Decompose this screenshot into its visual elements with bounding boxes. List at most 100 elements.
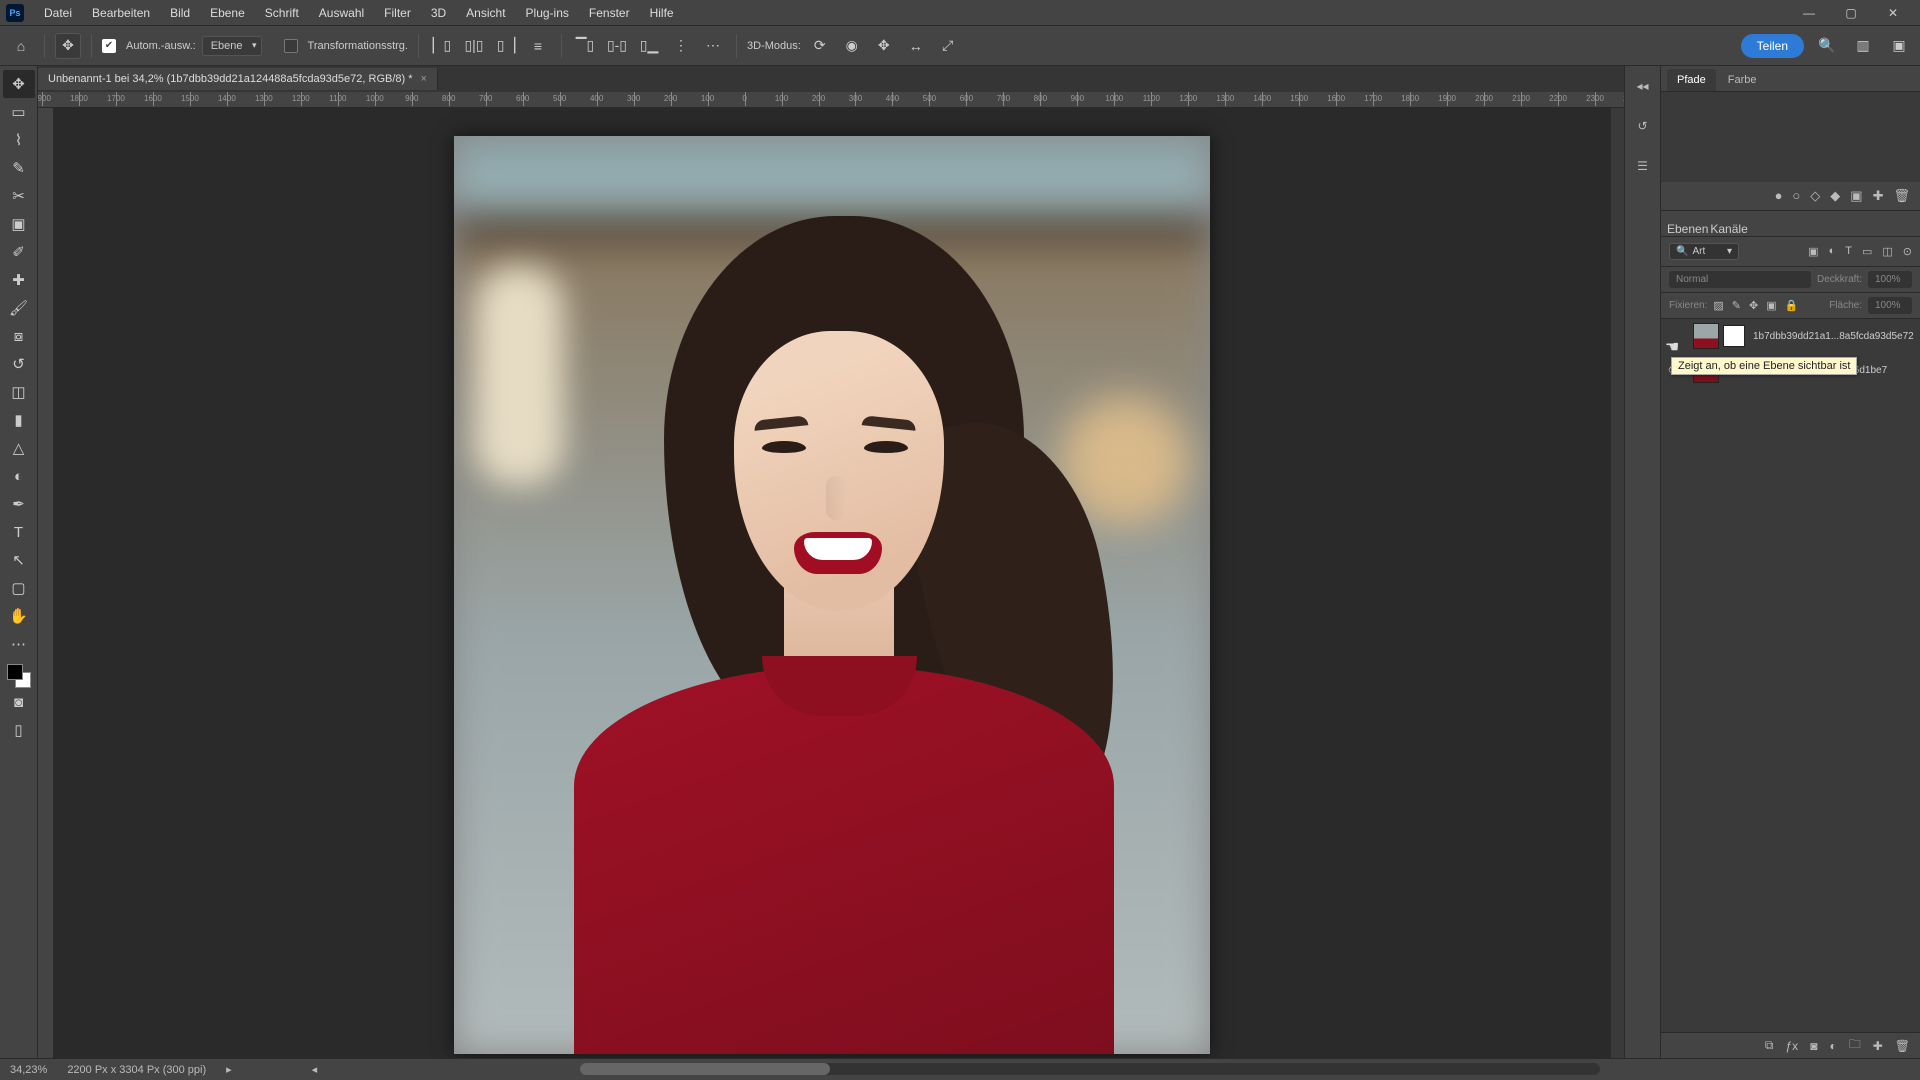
menu-bearbeiten[interactable]: Bearbeiten bbox=[82, 6, 160, 20]
fg-color-swatch[interactable] bbox=[7, 664, 23, 680]
new-group-icon[interactable]: 🗀 bbox=[1849, 1035, 1861, 1056]
align-bottom-icon[interactable]: ▯▁ bbox=[636, 33, 662, 59]
transform-controls-checkbox[interactable]: ✔ bbox=[284, 39, 298, 53]
properties-panel-icon[interactable]: ☰ bbox=[1629, 152, 1657, 180]
gradient-tool[interactable]: ▮ bbox=[3, 406, 35, 434]
filter-shape-icon[interactable]: ▭ bbox=[1862, 245, 1872, 258]
lock-position-icon[interactable]: ✥ bbox=[1749, 299, 1758, 312]
window-maximize-button[interactable]: ▢ bbox=[1830, 1, 1872, 25]
document-tab-close-icon[interactable]: × bbox=[421, 73, 427, 85]
search-icon[interactable]: 🔍 bbox=[1814, 33, 1840, 59]
menu-hilfe[interactable]: Hilfe bbox=[640, 6, 684, 20]
horizontal-ruler[interactable]: 1900180017001600150014001300120011001000… bbox=[38, 92, 1624, 108]
blur-tool[interactable]: △ bbox=[3, 434, 35, 462]
lock-pixels-icon[interactable]: ✎ bbox=[1732, 299, 1741, 312]
tab-farbe[interactable]: Farbe bbox=[1718, 69, 1767, 91]
delete-layer-icon[interactable]: 🗑 bbox=[1895, 1039, 1910, 1053]
edit-toolbar-icon[interactable]: ⋯ bbox=[3, 630, 35, 658]
menu-ebene[interactable]: Ebene bbox=[200, 6, 255, 20]
scroll-left-icon[interactable]: ◂ bbox=[312, 1063, 318, 1076]
quick-mask-tool[interactable]: ◙ bbox=[3, 688, 35, 716]
layer-name[interactable]: 1b7dbb39dd21a1...8a5fcda93d5e72 bbox=[1753, 331, 1914, 342]
tab-ebenen[interactable]: Ebenen bbox=[1667, 222, 1708, 236]
lasso-tool[interactable]: ⌇ bbox=[3, 126, 35, 154]
panel-toggle-icon[interactable]: ▣ bbox=[1886, 33, 1912, 59]
status-chevron-icon[interactable]: ▸ bbox=[226, 1063, 232, 1076]
align-center-v-icon[interactable]: ▯-▯ bbox=[604, 33, 630, 59]
menu-bild[interactable]: Bild bbox=[160, 6, 200, 20]
menu-filter[interactable]: Filter bbox=[374, 6, 421, 20]
quick-select-tool[interactable]: ✎ bbox=[3, 154, 35, 182]
align-top-icon[interactable]: ▔▯ bbox=[572, 33, 598, 59]
new-layer-icon[interactable]: ✚ bbox=[1873, 1039, 1883, 1053]
menu-fenster[interactable]: Fenster bbox=[579, 6, 640, 20]
path-stroke-icon[interactable]: ○ bbox=[1792, 188, 1800, 204]
lock-all-icon[interactable]: 🔒 bbox=[1785, 299, 1799, 312]
menu-plugins[interactable]: Plug-ins bbox=[516, 6, 579, 20]
align-left-icon[interactable]: ▏▯ bbox=[429, 33, 455, 59]
brush-tool[interactable]: 🖌 bbox=[3, 294, 35, 322]
vertical-ruler[interactable] bbox=[38, 108, 54, 1058]
layer-filter-kind[interactable]: 🔍 Art ▾ bbox=[1669, 243, 1739, 260]
document-tab[interactable]: Unbenannt-1 bei 34,2% (1b7dbb39dd21a1244… bbox=[38, 68, 438, 90]
canvas-horizontal-scrollbar[interactable] bbox=[580, 1063, 1600, 1075]
pen-tool[interactable]: ✒ bbox=[3, 490, 35, 518]
delete-path-icon[interactable]: 🗑 bbox=[1893, 188, 1910, 204]
home-icon[interactable]: ⌂ bbox=[8, 33, 34, 59]
new-adjustment-icon[interactable]: ◐ bbox=[1829, 1039, 1836, 1053]
menu-ansicht[interactable]: Ansicht bbox=[456, 6, 515, 20]
auto-select-target[interactable]: Ebene bbox=[202, 36, 262, 56]
filter-type-icon[interactable]: T bbox=[1845, 245, 1852, 258]
crop-tool[interactable]: ✂ bbox=[3, 182, 35, 210]
distribute-v-icon[interactable]: ⋮ bbox=[668, 33, 694, 59]
layer-thumbnail[interactable] bbox=[1693, 323, 1719, 349]
align-right-icon[interactable]: ▯▕ bbox=[493, 33, 519, 59]
move-tool[interactable]: ✥ bbox=[3, 70, 35, 98]
marquee-tool[interactable]: ▭ bbox=[3, 98, 35, 126]
link-layers-icon[interactable]: ⧉ bbox=[1765, 1038, 1774, 1053]
align-center-h-icon[interactable]: ▯|▯ bbox=[461, 33, 487, 59]
healing-tool[interactable]: ✚ bbox=[3, 266, 35, 294]
filter-pixel-icon[interactable]: ▣ bbox=[1808, 245, 1818, 258]
path-to-selection-icon[interactable]: ◇ bbox=[1810, 188, 1820, 204]
menu-schrift[interactable]: Schrift bbox=[255, 6, 309, 20]
tab-pfade[interactable]: Pfade bbox=[1667, 69, 1716, 91]
path-select-tool[interactable]: ↖ bbox=[3, 546, 35, 574]
distribute-h-icon[interactable]: ≡ bbox=[525, 33, 551, 59]
zoom-level[interactable]: 34,23% bbox=[10, 1064, 47, 1076]
hscroll-thumb[interactable] bbox=[580, 1063, 830, 1075]
add-mask-icon[interactable]: ◙ bbox=[1810, 1039, 1817, 1053]
opacity-field[interactable]: 100% bbox=[1868, 271, 1912, 288]
window-minimize-button[interactable]: — bbox=[1788, 1, 1830, 25]
tab-kanaele[interactable]: Kanäle bbox=[1710, 222, 1747, 236]
type-tool[interactable]: T bbox=[3, 518, 35, 546]
shape-tool[interactable]: ▢ bbox=[3, 574, 35, 602]
layer-row[interactable]: 1b7dbb39dd21a1...8a5fcda93d5e72 bbox=[1661, 319, 1920, 353]
lock-artboard-icon[interactable]: ▣ bbox=[1766, 299, 1776, 312]
frame-tool[interactable]: ▣ bbox=[3, 210, 35, 238]
filter-adjust-icon[interactable]: ◐ bbox=[1829, 245, 1836, 258]
filter-toggle-icon[interactable]: ⊙ bbox=[1903, 245, 1912, 258]
window-close-button[interactable]: ✕ bbox=[1872, 1, 1914, 25]
share-button[interactable]: Teilen bbox=[1741, 34, 1804, 58]
lock-transparent-icon[interactable]: ▨ bbox=[1713, 299, 1723, 312]
menu-auswahl[interactable]: Auswahl bbox=[309, 6, 374, 20]
blend-mode-select[interactable]: Normal bbox=[1669, 271, 1811, 288]
hand-tool[interactable]: ✋ bbox=[3, 602, 35, 630]
canvas-viewport[interactable] bbox=[54, 108, 1610, 1058]
history-panel-icon[interactable]: ↺ bbox=[1629, 112, 1657, 140]
add-mask-icon[interactable]: ▣ bbox=[1850, 188, 1862, 204]
selection-to-path-icon[interactable]: ◆ bbox=[1830, 188, 1840, 204]
filter-smart-icon[interactable]: ◫ bbox=[1882, 245, 1892, 258]
menu-datei[interactable]: Datei bbox=[34, 6, 82, 20]
collapse-toggle-icon[interactable]: ◂◂ bbox=[1629, 72, 1657, 100]
more-align-icon[interactable]: ⋯ bbox=[700, 33, 726, 59]
history-brush-tool[interactable]: ↺ bbox=[3, 350, 35, 378]
path-fill-icon[interactable]: ● bbox=[1775, 188, 1783, 204]
auto-select-checkbox[interactable]: ✔ bbox=[102, 39, 116, 53]
menu-3d[interactable]: 3D bbox=[421, 6, 456, 20]
layer-fx-icon[interactable]: ƒx bbox=[1786, 1039, 1799, 1053]
new-path-icon[interactable]: ✚ bbox=[1873, 188, 1884, 204]
eyedropper-tool[interactable]: ✐ bbox=[3, 238, 35, 266]
screen-mode-tool[interactable]: ▯ bbox=[3, 716, 35, 744]
